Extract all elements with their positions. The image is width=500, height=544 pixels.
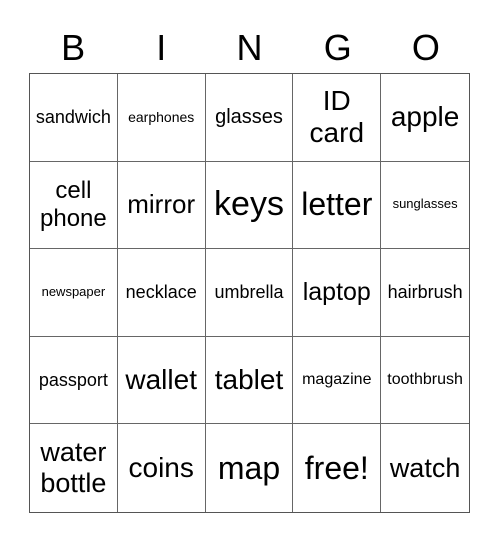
bingo-cell[interactable]: magazine: [293, 336, 382, 425]
bingo-cell[interactable]: toothbrush: [381, 337, 469, 425]
bingo-cell[interactable]: keys: [205, 161, 294, 250]
bingo-cell-free-space[interactable]: free!: [293, 424, 382, 512]
bingo-cell[interactable]: water bottle: [30, 424, 118, 512]
header-letter-o: O: [411, 27, 440, 68]
bingo-cell[interactable]: sunglasses: [381, 162, 469, 250]
bingo-cell[interactable]: watch: [381, 424, 469, 512]
bingo-cell[interactable]: tablet: [205, 336, 294, 425]
bingo-cell[interactable]: letter: [293, 161, 382, 250]
bingo-cell[interactable]: umbrella: [205, 249, 294, 337]
header-letter-i: I: [156, 27, 167, 68]
bingo-cell[interactable]: wallet: [117, 336, 206, 425]
header-letter-g: G: [323, 27, 352, 68]
bingo-header: B I N G O: [29, 22, 470, 74]
bingo-cell[interactable]: necklace: [117, 249, 206, 337]
bingo-cell[interactable]: hairbrush: [381, 249, 469, 337]
bingo-cell[interactable]: ID card: [293, 74, 382, 162]
bingo-cell[interactable]: coins: [118, 424, 206, 512]
bingo-cell[interactable]: laptop: [293, 249, 382, 337]
bingo-card-grid: sandwich earphones glasses ID card apple…: [29, 73, 470, 513]
bingo-cell[interactable]: newspaper: [30, 249, 118, 337]
bingo-cell[interactable]: sandwich: [30, 74, 118, 162]
header-letter-n: N: [236, 27, 263, 68]
bingo-cell[interactable]: cell phone: [30, 161, 118, 250]
bingo-cell[interactable]: passport: [30, 336, 118, 425]
header-letter-b: B: [61, 27, 86, 68]
bingo-cell[interactable]: glasses: [205, 74, 294, 162]
bingo-cell[interactable]: mirror: [117, 161, 206, 250]
bingo-cell[interactable]: earphones: [117, 74, 206, 162]
bingo-cell[interactable]: map: [206, 424, 294, 512]
bingo-cell[interactable]: apple: [381, 74, 469, 162]
